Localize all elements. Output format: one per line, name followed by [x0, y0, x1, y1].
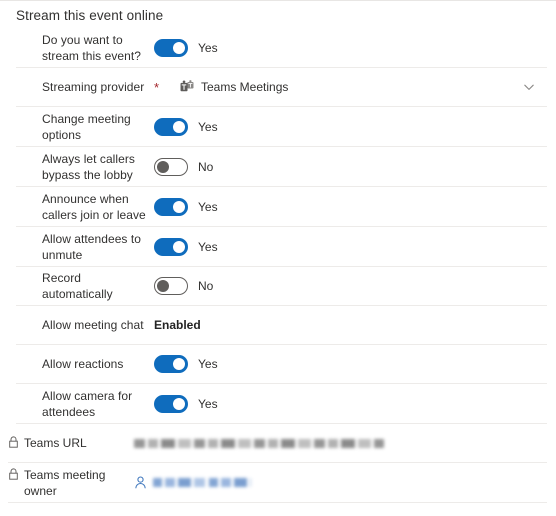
allow-meeting-chat-value: Enabled [154, 318, 201, 332]
lock-icon [9, 436, 18, 448]
toggle-announce-callers[interactable]: Yes [154, 197, 218, 216]
row-control: Yes [154, 237, 538, 256]
row-label: Do you want to stream this event? [42, 32, 141, 63]
row-label-locked: Teams URL [8, 435, 134, 451]
row-stream-this-event[interactable]: Do you want to stream this event? Yes [16, 28, 547, 68]
toggle-value-label: Yes [198, 40, 218, 55]
toggle-value-label: Yes [198, 357, 218, 371]
row-label: Teams meeting owner [24, 467, 106, 498]
toggle-bypass-lobby[interactable]: No [154, 157, 214, 176]
teams-icon [180, 80, 194, 92]
toggle-track[interactable] [154, 277, 188, 295]
toggle-track[interactable] [154, 157, 188, 176]
row-streaming-provider[interactable]: Streaming provider * Teams Meetings [16, 68, 547, 107]
toggle-knob [157, 160, 169, 173]
toggle-track[interactable] [154, 237, 188, 256]
row-label: Allow meeting chat [42, 318, 144, 332]
toggle-knob [173, 120, 185, 133]
row-label-locked: Teams meeting owner [8, 467, 134, 499]
row-label: Allow reactions [42, 357, 124, 371]
row-teams-url: Teams URL [8, 424, 547, 463]
toggle-value-label: No [198, 279, 214, 293]
row-control: No [154, 157, 538, 176]
row-label: Allow attendees to unmute [42, 231, 141, 262]
toggle-allow-reactions[interactable]: Yes [154, 355, 218, 373]
toggle-stream-this-event[interactable]: Yes [154, 38, 218, 57]
row-control [134, 438, 538, 448]
top-divider [0, 0, 556, 1]
toggle-value-label: No [198, 159, 214, 174]
row-control: Yes [154, 197, 538, 216]
toggle-knob [173, 41, 185, 54]
required-asterisk: * [154, 80, 160, 95]
row-change-meeting-options[interactable]: Change meeting options Yes [16, 107, 547, 147]
row-label: Streaming provider [42, 80, 145, 94]
streaming-provider-value: Teams Meetings [201, 80, 289, 94]
page-title: Stream this event online [16, 8, 164, 23]
toggle-record-automatically[interactable]: No [154, 277, 213, 295]
chevron-down-icon[interactable] [523, 81, 535, 93]
row-control: Yes [154, 355, 538, 373]
row-announce-callers[interactable]: Announce when callers join or leave Yes [16, 187, 547, 227]
row-control: No [154, 277, 538, 295]
row-label: Change meeting options [42, 111, 131, 142]
toggle-knob [157, 280, 169, 292]
form-rows: Do you want to stream this event? Yes St… [0, 28, 556, 503]
toggle-value-label: Yes [198, 239, 218, 254]
toggle-knob [173, 397, 185, 410]
row-control: Yes [154, 394, 538, 413]
streaming-provider-lookup[interactable]: Teams Meetings [180, 79, 538, 95]
person-icon [135, 476, 146, 489]
toggle-knob [173, 200, 185, 213]
row-label: Always let callers bypass the lobby [42, 151, 135, 182]
toggle-track[interactable] [154, 38, 188, 57]
toggle-allow-attendees-unmute[interactable]: Yes [154, 237, 218, 256]
lock-icon [9, 467, 18, 480]
toggle-change-meeting-options[interactable]: Yes [154, 117, 218, 136]
toggle-track[interactable] [154, 117, 188, 136]
row-allow-reactions[interactable]: Allow reactions Yes [16, 345, 547, 384]
row-control [134, 476, 538, 489]
row-label: Teams URL [24, 436, 87, 450]
row-label: Announce when callers join or leave [42, 191, 146, 222]
teams-url-redacted-value [134, 438, 384, 448]
row-label: Allow camera for attendees [42, 388, 133, 419]
toggle-value-label: Yes [198, 119, 218, 134]
row-bypass-lobby[interactable]: Always let callers bypass the lobby No [16, 147, 547, 187]
row-control: Enabled [154, 317, 538, 333]
toggle-track[interactable] [154, 355, 188, 373]
toggle-track[interactable] [154, 197, 188, 216]
row-allow-attendees-unmute[interactable]: Allow attendees to unmute Yes [16, 227, 547, 267]
toggle-track[interactable] [154, 394, 188, 413]
teams-meeting-owner-redacted-value [153, 478, 251, 487]
row-allow-meeting-chat[interactable]: Allow meeting chat Enabled [16, 306, 547, 345]
stream-event-online-section: Stream this event online Do you want to … [0, 0, 556, 516]
toggle-allow-camera-attendees[interactable]: Yes [154, 394, 218, 413]
toggle-value-label: Yes [198, 199, 218, 214]
toggle-knob [173, 358, 185, 370]
row-record-automatically[interactable]: Record automatically No [16, 267, 547, 306]
toggle-value-label: Yes [198, 396, 218, 411]
row-allow-camera-attendees[interactable]: Allow camera for attendees Yes [16, 384, 547, 424]
row-control: Yes [154, 38, 538, 57]
toggle-knob [173, 240, 185, 253]
row-label: Record automatically [42, 271, 113, 301]
row-control: Yes [154, 117, 538, 136]
row-teams-meeting-owner: Teams meeting owner [8, 463, 547, 503]
